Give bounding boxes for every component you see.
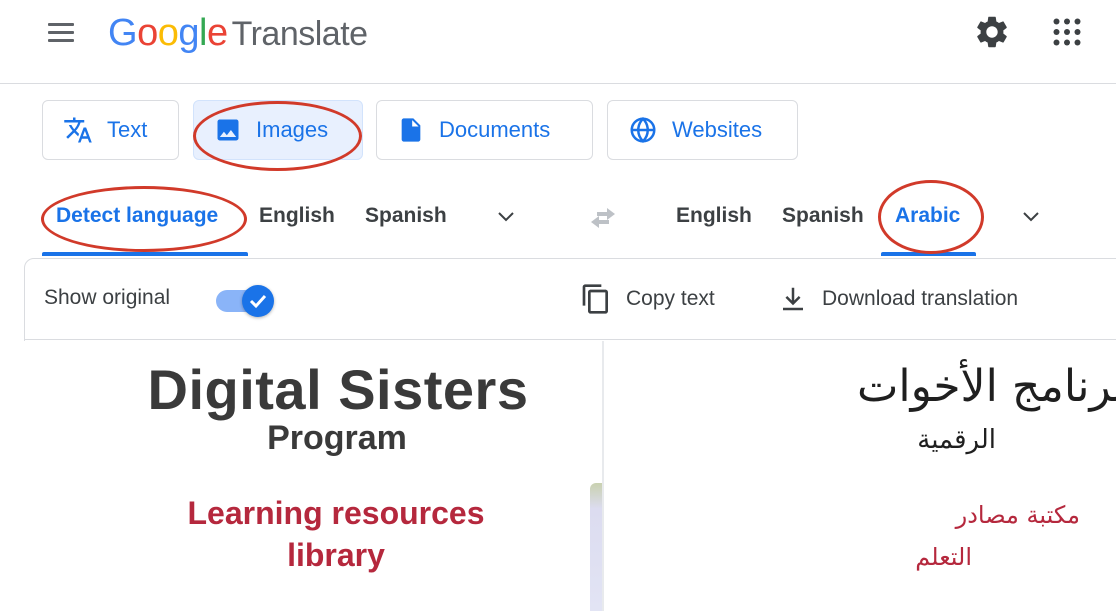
target-lang-english[interactable]: English xyxy=(676,204,752,228)
show-original-label: Show original xyxy=(44,286,171,309)
show-original-toggle[interactable] xyxy=(214,284,276,317)
download-icon xyxy=(783,287,803,311)
logo-letter: g xyxy=(178,12,199,54)
translated-image-library-line1: مكتبة مصادر xyxy=(955,501,1080,529)
translate-icon xyxy=(64,117,92,143)
text-mode-button[interactable]: Text xyxy=(42,100,179,160)
globe-icon xyxy=(630,116,656,144)
app-header: Google Translate xyxy=(0,0,1116,84)
apps-grid-icon[interactable] xyxy=(1049,14,1085,50)
original-image-title: Digital Sisters xyxy=(147,358,529,421)
copy-icon xyxy=(582,284,608,314)
original-image-library-line1: Learning resources xyxy=(187,495,485,531)
target-lang-spanish[interactable]: Spanish xyxy=(782,204,864,228)
documents-mode-button[interactable]: Documents xyxy=(376,100,593,160)
result-toolbar: Show original Copy text Download transla… xyxy=(24,258,1116,340)
product-name: Translate xyxy=(231,15,368,53)
toggle-knob xyxy=(242,285,274,317)
translated-image: برنامج الأخوات الرقمية مكتبة مصادر التعل… xyxy=(604,341,1116,611)
image-edge-decoration xyxy=(590,483,602,611)
source-lang-detect[interactable]: Detect language xyxy=(56,204,218,228)
translated-image-subtitle: الرقمية xyxy=(917,425,996,455)
logo-letter: o xyxy=(137,12,158,54)
logo-letter: o xyxy=(157,12,179,54)
document-icon xyxy=(401,118,421,142)
websites-mode-button[interactable]: Websites xyxy=(607,100,798,160)
image-icon xyxy=(217,119,239,141)
target-lang-arabic[interactable]: Arabic xyxy=(895,204,960,228)
logo-letter: e xyxy=(206,12,228,54)
translated-image-title: برنامج الأخوات xyxy=(856,361,1116,412)
language-bar: Detect language English Spanish English … xyxy=(0,190,1116,256)
logo-letter: G xyxy=(108,12,138,54)
google-translate-logo[interactable]: Google Translate xyxy=(108,10,368,57)
original-image-subtitle: Program xyxy=(267,419,407,457)
target-lang-underline xyxy=(881,252,976,256)
target-lang-chevron-down-icon[interactable] xyxy=(1019,204,1043,228)
original-image: Digital Sisters Program Learning resourc… xyxy=(24,341,602,611)
source-lang-chevron-down-icon[interactable] xyxy=(494,204,518,228)
checkmark-icon xyxy=(249,294,267,309)
original-image-library-line2: library xyxy=(287,537,385,573)
images-mode-button[interactable]: Images xyxy=(193,100,363,160)
logo-letter: l xyxy=(198,12,207,54)
gear-icon[interactable] xyxy=(973,13,1011,51)
swap-languages-icon[interactable] xyxy=(585,204,621,232)
translated-image-library-line2: التعلم xyxy=(915,543,972,571)
copy-text-label: Copy text xyxy=(626,287,715,310)
source-lang-underline xyxy=(42,252,248,256)
source-lang-english[interactable]: English xyxy=(259,204,335,228)
download-translation-button[interactable]: Download translation xyxy=(778,280,1018,318)
image-compare-area: Digital Sisters Program Learning resourc… xyxy=(24,341,1116,611)
hamburger-menu-icon[interactable] xyxy=(46,20,76,46)
source-lang-spanish[interactable]: Spanish xyxy=(365,204,447,228)
copy-text-button[interactable]: Copy text xyxy=(580,280,715,318)
text-mode-label: Text xyxy=(107,117,148,142)
websites-mode-label: Websites xyxy=(672,117,763,142)
documents-mode-label: Documents xyxy=(439,117,551,142)
images-mode-label: Images xyxy=(256,117,329,142)
download-translation-label: Download translation xyxy=(822,287,1019,310)
